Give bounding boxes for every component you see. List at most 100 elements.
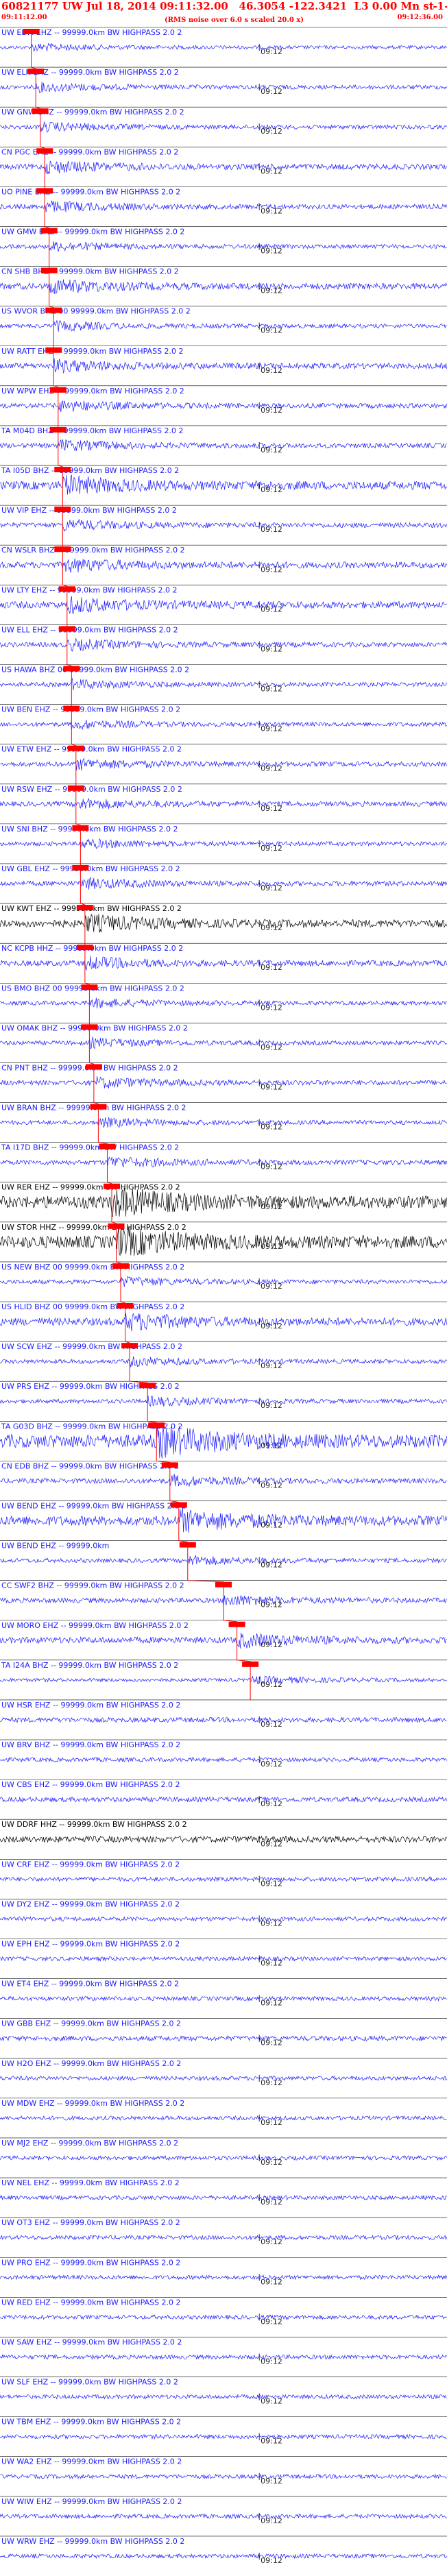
trace-row: CN WSLR BHZ -- 99999.0km BW HIGHPASS 2.0… [0,544,447,574]
minute-tick-label: 09:12 [261,1799,282,1808]
minute-tick-label: 09:12 [261,923,282,932]
minute-tick-label: 09:12 [261,2556,282,2565]
trace-row: CN PGC EHZ -- 99999.0km BW HIGHPASS 2.0 … [0,146,447,175]
waveform-trace [0,2115,447,2122]
minute-tick-label: 09:12 [261,605,282,613]
trace-row: UW RED EHZ -- 99999.0km BW HIGHPASS 2.0 … [0,2297,447,2326]
minute-tick-label: 09:12 [261,247,282,256]
waveform-trace [0,1356,447,1368]
waveform-trace [0,1395,447,1407]
minute-tick-label: 09:12 [261,1481,282,1490]
minute-tick-label: 09:12 [261,1640,282,1649]
waveform-trace [0,2075,447,2082]
minute-tick-label: 09:12 [261,565,282,574]
waveform-trace [0,2234,447,2241]
minute-tick-label: 09:12 [261,1760,282,1769]
waveform-trace [0,400,447,413]
trace-row: US HLID BHZ 00 99999.0km BW HIGHPASS 2.0… [0,1301,447,1332]
trace-row: UW BEND EHZ -- 99999.0km BW HIGHPASS 2.0… [0,1500,447,1533]
minute-tick-label: 09:12 [261,764,282,773]
trace-row: UW ET4 EHZ -- 99999.0km BW HIGHPASS 2.0 … [0,1978,447,2008]
minute-tick-label: 09:12 [261,1361,282,1370]
trace-label: UW MORO EHZ -- 99999.0km BW HIGHPASS 2.0… [1,1621,189,1630]
trace-row: UW TBM EHZ -- 99999.0km BW HIGHPASS 2.0 … [0,2416,447,2446]
minute-tick-label: 09:12 [261,1959,282,1968]
waveform-trace [0,2314,447,2320]
minute-tick-label: 09:12 [261,1879,282,1888]
minute-tick-label: 09:12 [261,1720,282,1729]
waveform-trace [0,1756,447,1763]
waveform-trace [0,2433,447,2440]
trace-row: UW DY2 EHZ -- 99999.0km BW HIGHPASS 2.0 … [0,1899,447,1928]
waveform-trace [0,677,447,690]
trace-row: UW WPW EHZ -- 99999.0km BW HIGHPASS 2.0 … [0,385,447,415]
trace-label: UW EPH EHZ -- 99999.0km BW HIGHPASS 2.0 … [1,1940,180,1949]
trace-row: UW ETW EHZ -- 99999.0km BW HIGHPASS 2.0 … [0,744,447,773]
trace-label: UW ETW EHZ -- 99999.0km BW HIGHPASS 2.0 … [1,745,182,754]
waveform-trace [0,1796,447,1803]
trace-label: CN SHB BHZ -- 99999.0km BW HIGHPASS 2.0 … [1,267,179,276]
trace-row: UW BEN EHZ -- 99999.0km BW HIGHPASS 2.0 … [0,704,447,733]
waveform-trace [0,1156,447,1168]
trace-label: UW BRV BHZ -- 99999.0km BW HIGHPASS 2.0 … [1,1740,180,1749]
trace-label: UW TBM EHZ -- 99999.0km BW HIGHPASS 2.0 … [1,2418,181,2427]
trace-label: UW MDW EHZ -- 99999.0km BW HIGHPASS 2.0 … [1,2099,184,2108]
waveform-trace [0,1835,447,1844]
waveform-trace [0,956,447,971]
trace-label: CN WSLR BHZ -- 99999.0km BW HIGHPASS 2.0… [1,546,185,555]
trace-label: UW H2O EHZ -- 99999.0km BW HIGHPASS 2.0 … [1,2059,181,2068]
waveform-trace [0,121,447,133]
waveform-trace [0,2553,447,2560]
trace-row: TA M04D BHZ -- 99999.0km BW HIGHPASS 2.0… [0,425,447,454]
trace-label: UW SCW EHZ -- 99999.0km BW HIGHPASS 2.0 … [1,1342,182,1351]
minute-tick-label: 09:12 [261,127,282,136]
trace-row: UW PRS EHZ -- 99999.0km BW HIGHPASS 2.0 … [0,1381,447,1410]
minute-tick-label: 09:12 [261,2118,282,2127]
waveform-trace [0,757,447,770]
minute-tick-label: 09:12 [261,1202,282,1211]
trace-row: UW OMAK BHZ -- 99999.0km BW HIGHPASS 2.0… [0,1023,447,1052]
seismogram-chart: UW EDM EHZ -- 99999.0km BW HIGHPASS 2.0 … [0,27,447,2565]
trace-label: UW STOR HHZ -- 99999.0km BW HIGHPASS 2.0… [1,1223,186,1232]
trace-row: UW CBS EHZ -- 99999.0km BW HIGHPASS 2.0 … [0,1779,447,1808]
trace-label: UW SAW EHZ -- 99999.0km BW HIGHPASS 2.0 … [1,2337,182,2346]
minute-tick-label: 09:12 [261,1601,282,1609]
waveform-trace [0,2354,447,2360]
waveform-trace [0,1554,447,1566]
trace-label: UW LTY EHZ -- 99999.0km BW HIGHPASS 2.0 … [1,585,177,594]
trace-row: TA I17D BHZ -- 99999.0km BW HIGHPASS 2.0… [0,1142,447,1171]
trace-label: UW GBB EHZ -- 99999.0km BW HIGHPASS 2.0 … [1,2019,181,2028]
trace-row: TA I05D BHZ -- 99999.0km BW HIGHPASS 2.0… [0,465,447,495]
trace-label: UW WRW EHZ -- 99999.0km BW HIGHPASS 2.0 … [1,2537,184,2546]
trace-label: TA I17D BHZ -- 99999.0km BW HIGHPASS 2.0… [1,1143,179,1152]
trace-label: UW VIP EHZ -- 99999.0km BW HIGHPASS 2.0 … [1,506,177,515]
trace-row: UW BRAN BHZ -- 99999.0km BW HIGHPASS 2.0… [0,1102,447,1132]
waveform-trace [0,2394,447,2400]
trace-row: UW PRO EHZ -- 99999.0km BW HIGHPASS 2.0 … [0,2257,447,2286]
minute-tick-label: 09:12 [261,1521,282,1530]
trace-row: UW VIP EHZ -- 99999.0km BW HIGHPASS 2.0 … [0,505,447,534]
trace-label: UW GNW BHZ -- 99999.0km BW HIGHPASS 2.0 … [1,108,184,117]
trace-label: UW RATT EHZ -- 99999.0km BW HIGHPASS 2.0… [1,347,184,356]
waveform-trace [0,160,447,175]
trace-label: TA M04D BHZ -- 99999.0km BW HIGHPASS 2.0… [1,426,183,435]
trace-label: UW NEL EHZ -- 99999.0km BW HIGHPASS 2.0 … [1,2178,180,2187]
waveform-trace [0,2274,447,2281]
minute-tick-label: 09:12 [261,1043,282,1052]
trace-label: UW SLF EHZ -- 99999.0km BW HIGHPASS 2.0 … [1,2378,178,2387]
trace-row: UW NEL EHZ -- 99999.0km BW HIGHPASS 2.0 … [0,2177,447,2207]
trace-row: UW BEND EHZ -- 99999.0km 09:12 [0,1540,447,1570]
minute-tick-label: 09:12 [261,1839,282,1848]
minute-tick-label: 09:12 [261,1322,282,1330]
trace-label: UW BEND EHZ -- 99999.0km [1,1542,109,1551]
minute-tick-label: 09:12 [261,1401,282,1410]
trace-row: UW WA2 EHZ -- 99999.0km BW HIGHPASS 2.0 … [0,2456,447,2486]
waveform-trace [0,474,447,495]
minute-tick-label: 09:12 [261,2237,282,2246]
minute-tick-label: 09:12 [261,87,282,96]
trace-label: US HLID BHZ 00 99999.0km BW HIGHPASS 2.0… [1,1302,184,1311]
trace-label: TA I05D BHZ -- 99999.0km BW HIGHPASS 2.0… [1,466,179,475]
waveform-trace [0,2154,447,2161]
waveform-trace [0,1716,447,1723]
minute-tick-label: 09:12 [261,2357,282,2366]
